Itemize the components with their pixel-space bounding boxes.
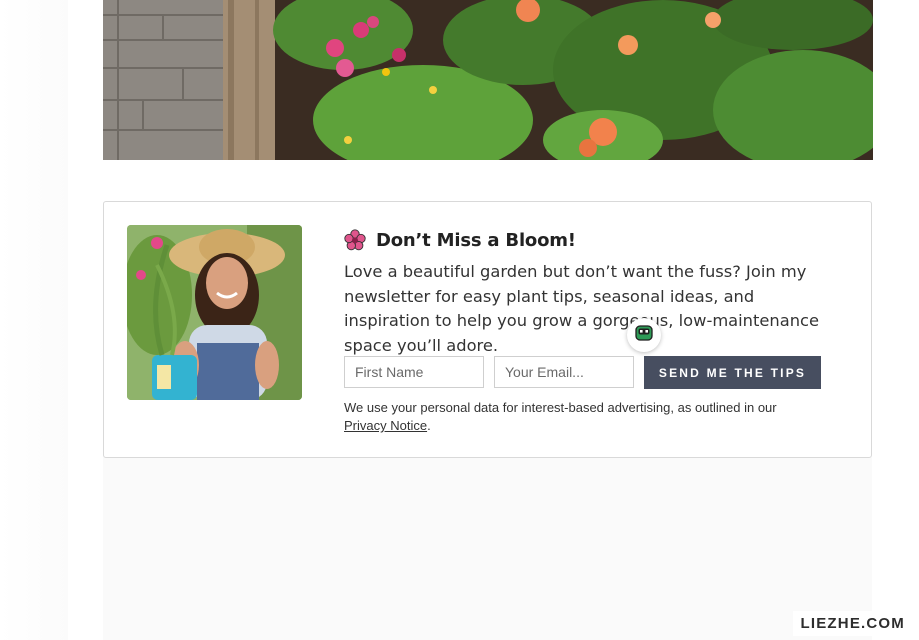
legal-end: . xyxy=(427,418,431,433)
title-row: Don’t Miss a Bloom! xyxy=(344,226,834,254)
section-spacer xyxy=(103,160,873,202)
newsletter-card: Don’t Miss a Bloom! Love a beautiful gar… xyxy=(103,201,872,458)
bot-face-icon xyxy=(635,325,653,345)
legal-text: We use your personal data for interest-b… xyxy=(344,400,777,415)
bot-widget-button[interactable] xyxy=(627,318,661,352)
email-field[interactable] xyxy=(494,356,634,388)
signup-form: SEND ME THE TIPS xyxy=(344,356,821,389)
first-name-field[interactable] xyxy=(344,356,484,388)
newsletter-title: Don’t Miss a Bloom! xyxy=(376,229,576,251)
page-margin xyxy=(0,0,68,640)
newsletter-content: Don’t Miss a Bloom! Love a beautiful gar… xyxy=(344,226,834,358)
newsletter-description: Love a beautiful garden but don’t want t… xyxy=(344,262,819,355)
flower-icon xyxy=(344,229,366,251)
site-watermark: LIEZHE.COM xyxy=(792,611,913,636)
send-tips-button[interactable]: SEND ME THE TIPS xyxy=(644,356,821,389)
garden-hero-image xyxy=(103,0,873,160)
author-photo xyxy=(127,225,302,400)
privacy-notice-link[interactable]: Privacy Notice xyxy=(344,418,427,433)
privacy-disclaimer: We use your personal data for interest-b… xyxy=(344,399,834,435)
